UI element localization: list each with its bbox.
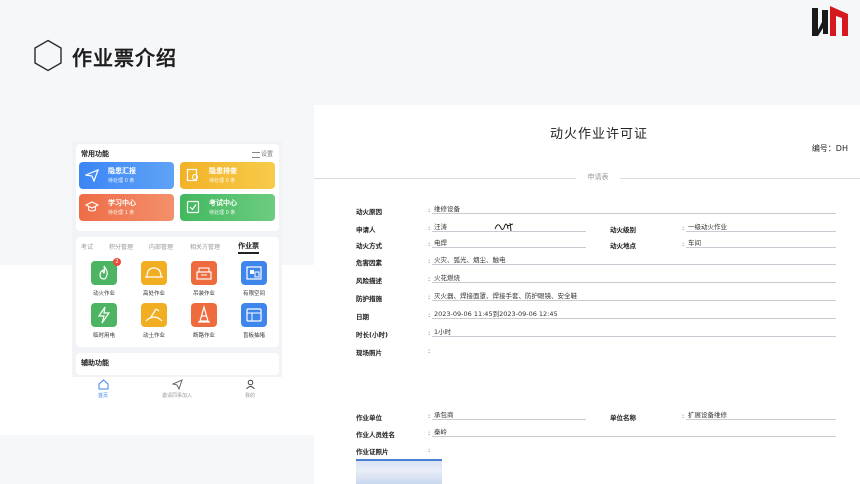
- field-method-value: 电焊: [434, 239, 447, 247]
- tab-contractor[interactable]: 相关方管理: [190, 242, 220, 251]
- app-height-work[interactable]: 高处作业: [134, 261, 174, 301]
- field-worker: 作业人员姓名 : 秦岭: [356, 428, 836, 441]
- section-title: 申请表: [587, 173, 609, 181]
- excavation-icon: [141, 303, 167, 327]
- tile-hazard-inspection[interactable]: 隐患排查 待处理 0 条: [180, 162, 275, 189]
- category-tabs: 考试 积分管理 内部管理 相关方管理 作业票: [81, 242, 276, 254]
- field-date-value: 2023-09-06 11:45到2023-09-06 12:45: [434, 310, 558, 318]
- tab-exam[interactable]: 考试: [81, 242, 93, 251]
- blind-plate-icon: [241, 303, 267, 327]
- field-protection-value: 灭火器、焊接面罩、焊接手套、防护眼镜、安全鞋: [434, 292, 577, 300]
- permit-number: 编号：DH: [811, 144, 848, 153]
- app-road-break[interactable]: 断路作业: [184, 303, 224, 343]
- slide: 作业票介绍 常用功能 设置 隐患汇报 待处理 0 条 隐患排查 待处理 0 条 …: [0, 0, 860, 484]
- hot-work-permit: 动火作业许可证 编号：DH 申请表 动火原因 : 维修设备 申请人 : 汪涛 动…: [314, 105, 860, 484]
- paper-plane-icon: [85, 168, 99, 182]
- nav-home[interactable]: 首页: [78, 379, 128, 399]
- tab-work-permit[interactable]: 作业票: [238, 241, 259, 254]
- inspect-icon: [186, 168, 199, 182]
- certificate-photo-thumbnail[interactable]: [356, 459, 442, 484]
- slide-title: 作业票介绍: [72, 46, 177, 70]
- permit-title: 动火作业许可证: [549, 127, 648, 142]
- app-confined-space[interactable]: 有限空间: [234, 261, 274, 301]
- tab-internal[interactable]: 内部管理: [149, 242, 173, 251]
- field-level-value: 一级动火作业: [688, 223, 727, 231]
- field-applicant-value: 汪涛: [434, 223, 447, 231]
- field-protection: 防护措施 : 灭火器、焊接面罩、焊接手套、防护眼镜、安全鞋: [356, 292, 836, 305]
- section-divider: [620, 178, 860, 179]
- app-lifting-work[interactable]: 吊装作业: [184, 261, 224, 301]
- field-location: 动火地点 : 车间: [610, 239, 836, 252]
- field-reason: 动火原因 : 维修设备: [356, 205, 836, 218]
- app-hot-work[interactable]: 2 动火作业: [84, 258, 124, 301]
- tile-exam-center[interactable]: 考试中心 待处理 0 条: [180, 194, 275, 221]
- roadblock-icon: [191, 303, 217, 327]
- field-reason-value: 维修设备: [434, 205, 460, 213]
- crane-icon: [191, 261, 217, 285]
- common-functions-title: 常用功能: [81, 150, 109, 158]
- confined-space-icon: [241, 261, 267, 285]
- nav-invite[interactable]: 邀请同事加入: [152, 379, 202, 399]
- field-date: 日期 : 2023-09-06 11:45到2023-09-06 12:45: [356, 310, 836, 323]
- field-level: 动火级别 : 一级动火作业: [610, 223, 836, 236]
- field-risk-value: 火花燃烧: [434, 274, 460, 282]
- field-duration-value: 1小时: [434, 328, 452, 336]
- work-permit-card: 考试 积分管理 内部管理 相关方管理 作业票 2 动火作业 高处作业 吊装作业 …: [76, 237, 279, 347]
- field-unit-name: 单位名称 : 扩展设备维修: [610, 411, 836, 424]
- field-photos: 现场照片 :: [356, 347, 431, 357]
- settings-icon: [251, 151, 260, 158]
- field-hazards: 危害因素 : 火灾、弧光、烟尘、触电: [356, 256, 836, 269]
- notification-badge: 2: [113, 258, 121, 266]
- nav-profile[interactable]: 我的: [225, 379, 275, 399]
- send-icon: [171, 379, 183, 390]
- bottom-navigation: 首页 邀请同事加入 我的: [72, 377, 282, 403]
- company-logo: [812, 6, 848, 36]
- field-worker-value: 秦岭: [434, 428, 447, 436]
- tab-points[interactable]: 积分管理: [109, 242, 133, 251]
- section-divider: [314, 178, 576, 179]
- checkbox-icon: [186, 200, 200, 214]
- field-work-unit-value: 承包商: [434, 411, 454, 419]
- settings-button[interactable]: 设置: [251, 149, 273, 158]
- field-cert-photo: 作业证照片 :: [356, 446, 431, 456]
- hexagon-icon: [34, 39, 62, 72]
- field-unit-name-value: 扩展设备维修: [688, 411, 727, 419]
- lightning-icon: [91, 303, 117, 327]
- tile-learning-center[interactable]: 学习中心 待处理 1 条: [79, 194, 174, 221]
- field-location-value: 车间: [688, 239, 701, 247]
- user-icon: [245, 379, 255, 390]
- mobile-app-screen: 常用功能 设置 隐患汇报 待处理 0 条 隐患排查 待处理 0 条 学习中心 待…: [72, 141, 282, 403]
- app-blind-plate[interactable]: 盲板抽堵: [234, 303, 274, 343]
- field-hazards-value: 火灾、弧光、烟尘、触电: [434, 256, 506, 264]
- tile-hazard-report[interactable]: 隐患汇报 待处理 0 条: [79, 162, 174, 189]
- graduation-cap-icon: [85, 201, 99, 212]
- auxiliary-functions-title: 辅助功能: [81, 359, 109, 367]
- auxiliary-functions-card: 辅助功能: [76, 353, 279, 375]
- common-functions-card: 常用功能 设置 隐患汇报 待处理 0 条 隐患排查 待处理 0 条 学习中心 待…: [76, 144, 279, 231]
- app-excavation[interactable]: 动土作业: [134, 303, 174, 343]
- home-icon: [98, 379, 108, 390]
- field-duration: 时长(小时) : 1小时: [356, 328, 836, 341]
- hard-hat-icon: [141, 261, 167, 285]
- app-temporary-power[interactable]: 临时用电: [84, 303, 124, 343]
- field-risk: 风险描述 : 火花燃烧: [356, 274, 836, 287]
